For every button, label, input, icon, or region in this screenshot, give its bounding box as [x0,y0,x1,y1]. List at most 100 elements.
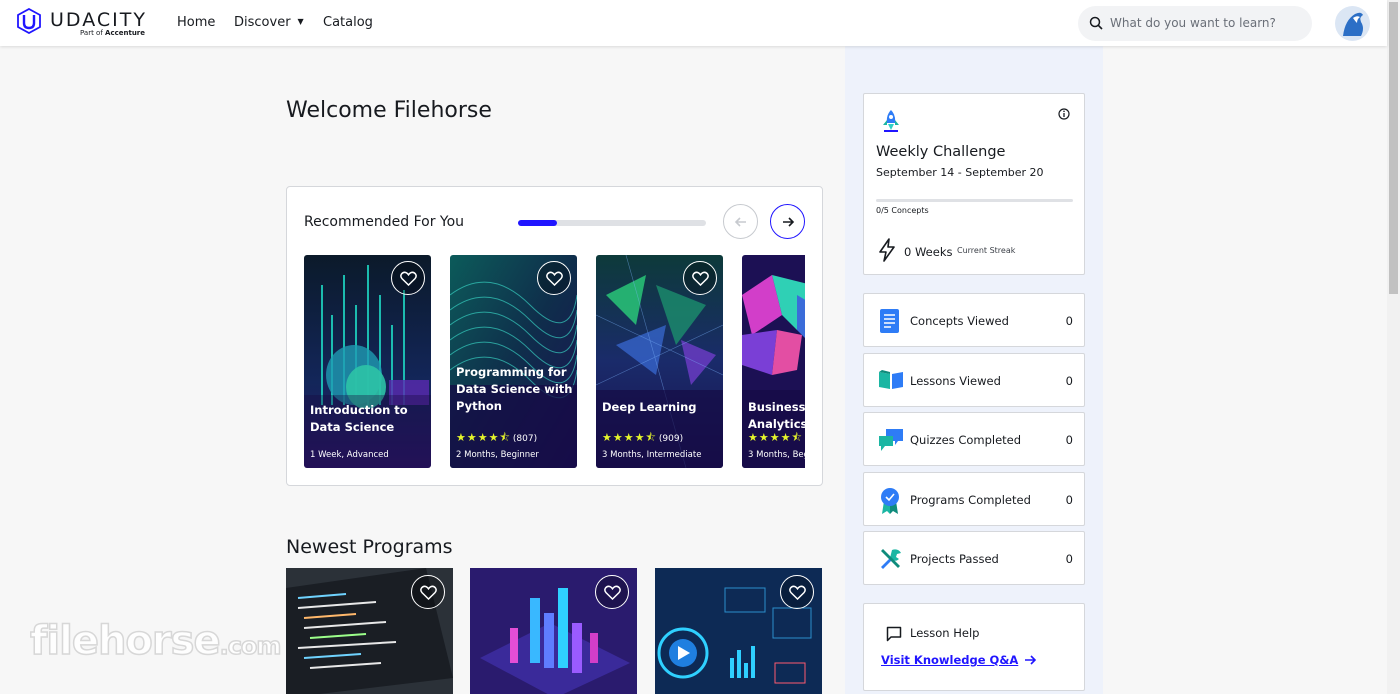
tools-icon [881,549,901,569]
top-navigation-bar: UDACITY Part of Accenture Home Discover ▼… [0,0,1387,46]
challenge-dates: September 14 - September 20 [876,166,1044,179]
carousel-prev-button[interactable] [723,204,758,239]
course-title: Programming for Data Science with Python [456,365,573,413]
course-rating: ★★★★⯪ (909) [602,429,683,448]
stat-value: 0 [1065,552,1073,566]
stat-label: Lessons Viewed [910,374,1001,388]
lightning-bolt-icon [879,238,895,262]
welcome-heading: Welcome Filehorse [286,98,492,123]
stat-value: 0 [1065,314,1073,328]
course-carousel: Introduction to Data Science 1 Week, Adv… [304,255,805,468]
stat-concepts-viewed: Concepts Viewed 0 [863,293,1085,347]
rating-count: (909) [658,433,684,444]
logo-sub-prefix: Part of [80,29,103,37]
program-card[interactable] [655,568,822,694]
program-card[interactable] [286,568,453,694]
nav-discover-label: Discover [234,15,291,30]
heart-icon [419,585,437,600]
logo-subtitle: Part of Accenture [80,29,145,37]
favorite-heart-button[interactable] [411,575,445,609]
search-input[interactable] [1110,14,1300,32]
document-icon [880,309,899,333]
stat-programs-completed: Programs Completed 0 [863,472,1085,526]
course-rating: ★★★★⯪ (807) [456,429,537,448]
favorite-heart-button[interactable] [683,261,717,295]
rocket-icon [883,110,899,132]
chat-bubble-icon [886,626,902,642]
recommended-title: Recommended For You [304,214,465,230]
heart-icon [691,271,709,286]
udacity-logo[interactable]: UDACITY Part of Accenture [17,7,147,41]
course-card[interactable]: Programming for Data Science with Python… [450,255,577,468]
filehorse-watermark: filehorse.com [29,617,282,668]
rating-stars-icon: ★★★★⯪ [602,431,657,444]
course-rating: ★★★★⯪ [748,429,803,448]
carousel-progress-bar [518,220,706,226]
rating-stars-icon: ★★★★⯪ [748,431,803,444]
watermark-suffix: .com [219,631,282,661]
arrow-right-icon [1025,655,1037,665]
heart-icon [399,271,417,286]
challenge-concepts: 0/5 Concepts [876,206,929,215]
heart-icon [603,585,621,600]
course-card[interactable]: Deep Learning ★★★★⯪ (909) 3 Months, Inte… [596,255,723,468]
course-meta: 1 Week, Advanced [310,450,389,460]
course-meta: 3 Months, Intermediate [602,450,702,460]
favorite-heart-button[interactable] [780,575,814,609]
search-icon [1089,16,1103,30]
info-icon[interactable] [1058,108,1070,120]
recommended-section: Recommended For You Introduction to Data… [286,186,823,486]
favorite-heart-button[interactable] [595,575,629,609]
watermark-text: filehorse.com [29,617,282,665]
stat-quizzes-completed: Quizzes Completed 0 [863,412,1085,466]
book-icon [879,370,903,389]
stat-lessons-viewed: Lessons Viewed 0 [863,353,1085,407]
course-meta: 2 Months, Beginner [456,450,539,460]
rating-count: (807) [512,433,538,444]
carousel-next-button[interactable] [770,204,805,239]
course-title: Business Analytics [748,400,805,431]
watermark-main: filehorse [29,617,221,665]
program-card[interactable] [470,568,637,694]
newest-programs-heading: Newest Programs [286,536,453,558]
course-meta: 3 Months, Beginner [748,450,805,460]
udacity-logo-icon [17,8,41,34]
logo-sub-brand: Accenture [105,29,146,37]
challenge-progress-bar [876,199,1073,202]
stat-label: Concepts Viewed [910,314,1009,328]
favorite-heart-button[interactable] [391,261,425,295]
avatar-image-icon [1335,6,1370,41]
nav-home[interactable]: Home [177,15,215,30]
user-avatar[interactable] [1335,6,1370,41]
nav-discover[interactable]: Discover ▼ [234,15,304,30]
knowledge-qa-link-label: Visit Knowledge Q&A [881,653,1019,667]
lesson-help-title: Lesson Help [910,626,980,640]
stat-value: 0 [1065,374,1073,388]
streak-label: Current Streak [957,246,1016,255]
course-card[interactable]: Introduction to Data Science 1 Week, Adv… [304,255,431,468]
rating-stars-icon: ★★★★⯪ [456,431,511,444]
favorite-heart-button[interactable] [537,261,571,295]
arrow-left-icon [734,216,746,227]
lesson-help-card: Lesson Help Visit Knowledge Q&A [863,603,1085,691]
nav-catalog[interactable]: Catalog [323,15,373,30]
heart-icon [788,585,806,600]
course-title: Introduction to Data Science [310,403,408,434]
weekly-challenge-card: Weekly Challenge September 14 - Septembe… [863,93,1085,275]
scrollbar-thumb[interactable] [1389,2,1398,294]
knowledge-qa-link[interactable]: Visit Knowledge Q&A [881,653,1037,667]
award-ribbon-icon [881,488,899,514]
stat-label: Programs Completed [910,493,1031,507]
stat-label: Quizzes Completed [910,433,1022,447]
challenge-title: Weekly Challenge [876,144,1006,160]
chat-bubbles-icon [879,429,903,451]
stat-label: Projects Passed [910,552,999,566]
carousel-progress-fill [518,220,558,226]
search-bar[interactable] [1078,6,1312,41]
course-title: Deep Learning [602,400,697,414]
arrow-right-icon [782,216,794,227]
streak-value: 0 Weeks [904,245,953,259]
course-card[interactable]: Business Analytics ★★★★⯪ 3 Months, Begin… [742,255,805,468]
logo-wordmark: UDACITY [50,9,147,31]
stat-value: 0 [1065,433,1073,447]
